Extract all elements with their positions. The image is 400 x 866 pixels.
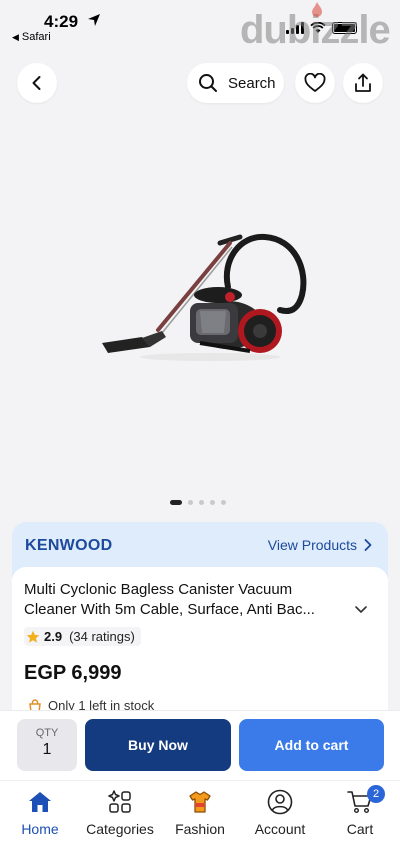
status-bar: 4:29 ◀ Safari	[0, 0, 400, 52]
home-icon	[29, 792, 51, 812]
action-bar: QTY 1 Buy Now Add to cart	[0, 710, 400, 780]
rating-count: (34 ratings)	[69, 629, 135, 644]
qty-value: 1	[42, 741, 52, 758]
pager-dot[interactable]	[221, 500, 226, 505]
product-image[interactable]	[90, 225, 315, 370]
nav-label-categories: Categories	[86, 821, 154, 837]
chevron-right-icon	[364, 539, 372, 551]
battery-icon	[332, 22, 357, 34]
product-details-card: Multi Cyclonic Bagless Canister Vacuum C…	[12, 567, 388, 727]
nav-item-fashion[interactable]: Fashion	[160, 789, 240, 837]
back-app-label: Safari	[21, 31, 51, 43]
bottom-nav: Home Categories Fashion Account 2 Cart	[0, 780, 400, 866]
search-icon	[199, 74, 217, 92]
pager-dot[interactable]	[170, 500, 182, 505]
flame-icon	[312, 2, 322, 17]
chevron-left-icon	[32, 76, 41, 90]
search-label: Search	[228, 74, 276, 92]
heart-icon	[304, 73, 326, 92]
product-title: Multi Cyclonic Bagless Canister Vacuum C…	[24, 581, 315, 618]
nav-label-home: Home	[21, 821, 59, 837]
nav-item-cart[interactable]: 2 Cart	[320, 785, 400, 837]
buy-now-button[interactable]: Buy Now	[85, 719, 231, 771]
pager-dot[interactable]	[199, 500, 204, 505]
wifi-icon	[310, 22, 326, 33]
add-to-cart-button[interactable]: Add to cart	[239, 719, 384, 771]
nav-label-cart: Cart	[346, 821, 374, 837]
view-products-label: View Products	[267, 537, 357, 553]
nav-label-fashion: Fashion	[175, 821, 225, 837]
brand-name[interactable]: KENWOOD	[25, 537, 112, 555]
pager-dot[interactable]	[210, 500, 215, 505]
rating-summary[interactable]: 2.9 (34 ratings)	[24, 627, 141, 646]
location-arrow-icon	[88, 14, 100, 26]
status-icons	[286, 22, 357, 34]
nav-item-home[interactable]: Home	[0, 789, 80, 837]
nav-item-account[interactable]: Account	[240, 789, 320, 837]
signal-icon	[286, 22, 304, 34]
favorite-button[interactable]	[295, 63, 335, 103]
pager-dot[interactable]	[188, 500, 193, 505]
qty-label: QTY	[35, 727, 59, 739]
chevron-down-icon[interactable]	[354, 605, 368, 615]
view-products-link[interactable]: View Products	[268, 537, 372, 553]
nav-label-account: Account	[254, 821, 306, 837]
nav-item-categories[interactable]: Categories	[80, 789, 160, 837]
quantity-selector[interactable]: QTY 1	[17, 719, 77, 771]
back-to-app-link[interactable]: ◀ Safari	[12, 31, 51, 43]
categories-icon	[108, 790, 131, 813]
star-icon	[26, 630, 40, 643]
share-button[interactable]	[343, 63, 383, 103]
image-pager[interactable]	[170, 500, 226, 505]
status-time: 4:29	[44, 12, 79, 31]
product-price: EGP 6,999	[24, 662, 122, 684]
share-icon	[355, 73, 371, 92]
cart-badge: 2	[367, 785, 385, 803]
back-button[interactable]	[17, 63, 57, 103]
search-button[interactable]: Search	[187, 63, 284, 103]
rating-value: 2.9	[44, 629, 63, 644]
account-icon	[267, 789, 293, 815]
fashion-icon	[189, 791, 211, 813]
